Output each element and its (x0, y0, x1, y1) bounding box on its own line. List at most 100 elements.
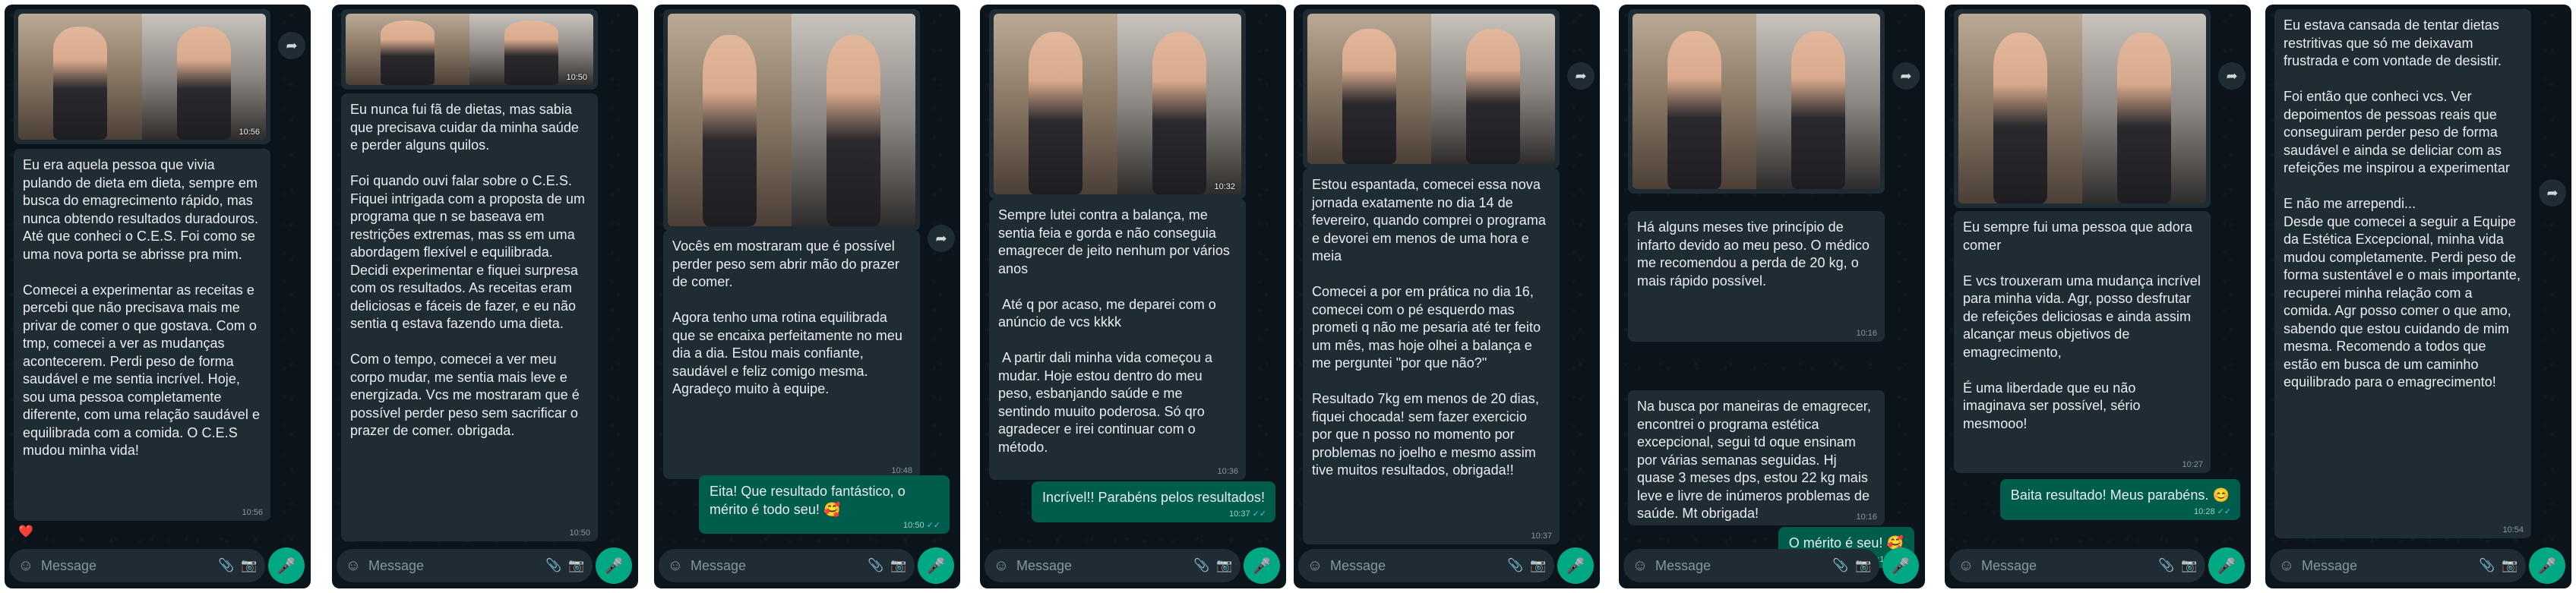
mic-button[interactable]: 🎤 (1882, 547, 1919, 584)
mic-button[interactable]: 🎤 (596, 547, 632, 584)
image-message[interactable]: 10:56 (14, 9, 270, 144)
forward-icon[interactable]: ➦ (1567, 62, 1595, 90)
message-input[interactable]: Message (1016, 558, 1187, 574)
camera-icon[interactable]: 📷 (1216, 558, 1233, 573)
emoji-icon[interactable]: ☺ (17, 557, 35, 575)
before-after-photo[interactable]: 10:50 (346, 14, 593, 85)
message-text: Há alguns meses tive princípio de infart… (1637, 219, 1874, 289)
attach-icon[interactable]: 📎 (2479, 558, 2495, 573)
message-input[interactable]: Message (368, 558, 539, 574)
image-message[interactable]: 10:50 (341, 9, 598, 90)
camera-icon[interactable]: 📷 (890, 558, 907, 573)
attach-icon[interactable]: 📎 (1832, 558, 1849, 573)
before-after-photo[interactable]: 10:32 (994, 14, 1241, 194)
image-message[interactable] (1628, 9, 1885, 194)
message-input[interactable]: Message (1655, 558, 1826, 574)
message-time: 10:16 (1856, 513, 1877, 522)
message-input-bar[interactable]: ☺ Message 📎 📷 (1298, 549, 1554, 582)
forward-icon[interactable]: ➦ (1892, 62, 1920, 90)
mic-button[interactable]: 🎤 (2529, 547, 2565, 584)
read-ticks-icon: ✓✓ (2217, 506, 2231, 516)
before-after-photo[interactable] (1307, 14, 1555, 164)
emoji-icon[interactable]: ☺ (344, 557, 362, 575)
heart-reaction[interactable]: ❤️ (18, 524, 33, 539)
message-input-bar[interactable]: ☺ Message 📎 📷 (985, 549, 1241, 582)
before-after-photo[interactable] (668, 14, 915, 226)
attach-icon[interactable]: 📎 (868, 558, 884, 573)
chat-panel: Vocês em mostraram que é possível perder… (654, 5, 960, 588)
mic-button[interactable]: 🎤 (1244, 547, 1280, 584)
attach-icon[interactable]: 📎 (2158, 558, 2175, 573)
image-timestamp: 10:56 (239, 128, 260, 137)
emoji-icon[interactable]: ☺ (1957, 557, 1975, 575)
before-after-photo[interactable]: 10:56 (18, 14, 266, 140)
message-input-bar[interactable]: ☺ Message 📎 📷 (337, 549, 593, 582)
image-message[interactable] (1954, 9, 2211, 208)
attach-icon[interactable]: 📎 (545, 558, 562, 573)
image-message[interactable]: 10:32 (989, 9, 1246, 199)
camera-icon[interactable]: 📷 (1530, 558, 1547, 573)
photo-after (142, 14, 266, 140)
message-input-bar[interactable]: ☺ Message 📎 📷 (659, 549, 915, 582)
mic-button[interactable]: 🎤 (2208, 547, 2245, 584)
forward-icon[interactable]: ➦ (2539, 179, 2566, 207)
emoji-icon[interactable]: ☺ (1631, 557, 1649, 575)
message-input-bar[interactable]: ☺ Message 📎 📷 (1949, 549, 2205, 582)
message-text: Na busca por maneiras de emagrecer, enco… (1637, 399, 1875, 521)
message-input[interactable]: Message (1330, 558, 1501, 574)
camera-icon[interactable]: 📷 (2181, 558, 2198, 573)
emoji-icon[interactable]: ☺ (666, 557, 684, 575)
reply-message: Eita! Que resultado fantástico, o mérito… (699, 475, 950, 534)
text-message: Sempre lutei contra a balança, me sentia… (989, 199, 1246, 480)
chat-panel: 10:32 Sempre lutei contra a balança, me s… (980, 5, 1286, 588)
message-input[interactable]: Message (41, 558, 212, 574)
emoji-icon[interactable]: ☺ (2277, 557, 2296, 575)
camera-icon[interactable]: 📷 (241, 558, 258, 573)
emoji-icon[interactable]: ☺ (1306, 557, 1324, 575)
chat-panel: Eu sempre fui uma pessoa que adora comer… (1945, 5, 2251, 588)
reply-message: Incrível!! Parabéns pelos resultados! 10:… (1031, 481, 1275, 522)
mic-button[interactable]: 🎤 (918, 547, 954, 584)
reply-time: 10:37 ✓✓ (1229, 509, 1266, 519)
forward-icon[interactable]: ➦ (928, 225, 955, 252)
person-figure (1667, 31, 1722, 189)
before-after-photo[interactable] (1958, 14, 2206, 203)
text-message: Há alguns meses tive princípio de infart… (1628, 211, 1885, 342)
mic-button[interactable]: 🎤 (1557, 547, 1594, 584)
photo-before (1958, 14, 2082, 203)
person-figure (504, 21, 559, 85)
forward-icon[interactable]: ➦ (2218, 62, 2246, 90)
image-message[interactable] (663, 9, 920, 231)
message-input-bar[interactable]: ☺ Message 📎 📷 (2270, 549, 2526, 582)
mic-button[interactable]: 🎤 (268, 547, 305, 584)
message-input[interactable]: Message (691, 558, 861, 574)
message-input-bar[interactable]: ☺ Message 📎 📷 (9, 549, 265, 582)
message-input[interactable]: Message (1981, 558, 2152, 574)
message-input[interactable]: Message (2302, 558, 2473, 574)
message-time: 10:27 (2182, 460, 2203, 469)
before-after-photo[interactable] (1633, 14, 1880, 189)
attach-icon[interactable]: 📎 (218, 558, 235, 573)
message-time: 10:36 (1217, 467, 1238, 476)
photo-after (792, 14, 915, 226)
camera-icon[interactable]: 📷 (2502, 558, 2518, 573)
chat-panel: Estou espantada, comecei essa nova jorna… (1294, 5, 1600, 588)
message-text: Eu nunca fui fã de dietas, mas sabia que… (350, 102, 586, 438)
reply-time: 10:28 ✓✓ (2194, 506, 2231, 516)
chat-panel: 10:56 Eu era aquela pessoa que vivia pula… (5, 5, 311, 588)
attach-icon[interactable]: 📎 (1193, 558, 1210, 573)
reply-message: Baita resultado! Meus parabéns. 😊 10:28 ✓✓ (1999, 479, 2240, 520)
photo-before (994, 14, 1117, 194)
camera-icon[interactable]: 📷 (1855, 558, 1872, 573)
message-input-bar[interactable]: ☺ Message 📎 📷 (1623, 549, 1879, 582)
photo-after (1756, 14, 1880, 189)
emoji-icon[interactable]: ☺ (992, 557, 1010, 575)
forward-icon[interactable]: ➦ (278, 32, 305, 59)
chat-panel: Eu estava cansada de tentar dietas restr… (2265, 5, 2571, 588)
read-ticks-icon: ✓✓ (1252, 509, 1266, 519)
image-timestamp: 10:50 (566, 73, 587, 82)
camera-icon[interactable]: 📷 (568, 558, 585, 573)
image-message[interactable] (1303, 9, 1560, 169)
message-text: Eu era aquela pessoa que vivia pulando d… (23, 157, 261, 458)
attach-icon[interactable]: 📎 (1507, 558, 1524, 573)
